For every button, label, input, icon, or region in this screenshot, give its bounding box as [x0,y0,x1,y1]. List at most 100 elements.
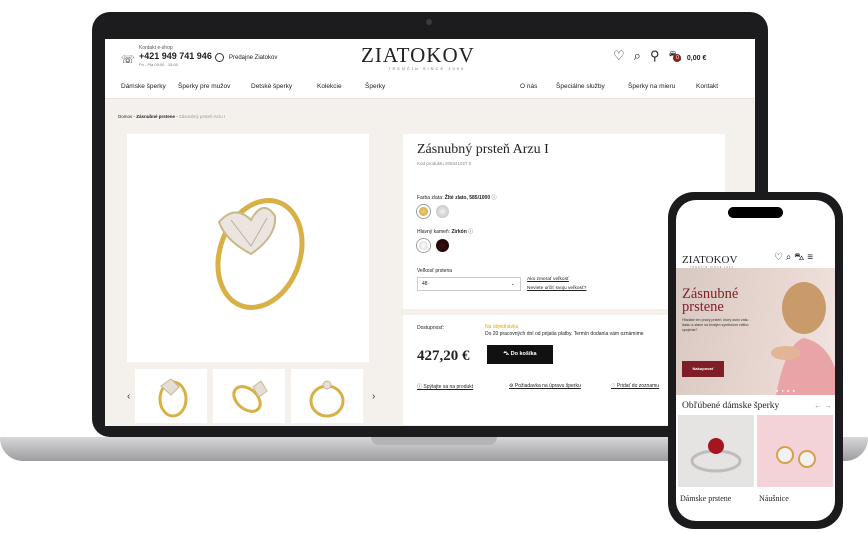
desktop-screen: ☏ Kontakt e-shop +421 949 741 946 Po - P… [105,39,755,426]
wishlist-label: Pridať do zoznamu [616,383,660,389]
nav-item-sperky[interactable]: Šperky [365,83,385,90]
user-icon[interactable]: ⚲ [650,48,660,63]
ring-thumb-icon [232,380,268,413]
wishlist-link[interactable]: ♡ Pridať do zoznamu [611,383,659,389]
gold-color-value: Žlté zlato, 585/1000 [444,195,491,201]
thumbnail-3[interactable] [291,369,363,423]
product-title: Zásnubný prsteň Arzu I [417,142,549,157]
availability-note: Do 20 pracovných dní od prijatia platby.… [485,331,644,337]
header-icons: ♡ ⌕ ⚲ ⛍0 0,00 € [613,48,715,66]
shop-now-button[interactable]: Nakupovať [682,361,724,377]
swatch-yellow-gold[interactable] [417,205,430,218]
category-card-earrings[interactable] [757,415,833,487]
size-label: Veľkosť prstena [417,268,453,274]
swatch-zircon-black[interactable] [436,239,449,252]
site-header: ☏ Kontakt e-shop +421 949 741 946 Po - P… [105,39,755,99]
product-image[interactable] [127,134,369,362]
product-price: 427,20 € [417,348,470,364]
stone-label-text: Hlavný kameň: [417,229,451,235]
breadcrumb-category[interactable]: Zásnubné prstene [136,114,175,119]
site-logo[interactable]: ZIATOKOV [361,43,475,68]
chevron-down-icon: ⌄ [510,281,515,287]
breadcrumb: Domov - Zásnubné prstene - Zásnubný prst… [118,114,226,119]
ask-product-label: Spýtajte sa na produkt [423,384,474,390]
size-help-link[interactable]: Neviete určiť svoju veľkosť? [527,286,586,291]
stores-link[interactable]: Predajne Ziatokov [215,53,277,62]
custom-request-label: Požiadavka na úpravu šperku [514,383,581,389]
arrow-right-icon[interactable]: → [824,401,832,410]
thumbnail-strip: ‹ › [127,369,383,424]
availability-value: Na objednávku [485,324,519,330]
chevron-right-icon[interactable]: › [372,391,375,402]
search-icon[interactable]: ⌕ [634,48,641,63]
stone-label: Hlavný kameň: Zirkón ⓘ [417,228,473,235]
logo-tagline: TRENČÍN SINCE 1993 [388,66,466,71]
mobile-screen: ZIATOKOV TRENČÍN SINCE 1993 ♡ ⌕ ⛍ ≡ Zásn… [676,200,835,521]
size-select[interactable]: 48 ⌄ [417,277,521,291]
size-guide-link[interactable]: Ako zmerať veľkosť [527,277,569,282]
category-card-rings[interactable] [678,415,754,487]
info-icon[interactable]: ⓘ [492,195,497,201]
availability-label: Dostupnosť: [417,325,445,331]
breadcrumb-current: Zásnubný prsteň Arzu I [179,114,226,119]
camera [426,19,432,25]
search-icon[interactable]: ⌕ [786,252,792,263]
menu-icon[interactable]: ≡ [807,252,813,263]
swatch-white-gold[interactable] [436,205,449,218]
stores-link-label: Predajne Ziatokov [229,55,278,62]
basket-icon: ⛍ [503,351,511,357]
product-code: Kód produktu 209341027.0 [417,161,472,166]
gold-color-label-text: Farba zlata: [417,195,444,201]
carousel-dots[interactable]: ● ● ● ● [776,388,796,393]
thumbnail-2[interactable] [213,369,285,423]
gold-color-label: Farba zlata: Žlté zlato, 585/1000 ⓘ [417,194,497,201]
chevron-left-icon[interactable]: ‹ [127,391,130,402]
add-to-cart-label: Do košíka [510,351,537,357]
laptop-frame: ☏ Kontakt e-shop +421 949 741 946 Po - P… [92,12,768,437]
heart-icon[interactable]: ♡ [613,48,625,63]
cart-total[interactable]: 0,00 € [687,55,706,62]
phone-number[interactable]: +421 949 741 946 [139,51,212,61]
size-value: 48 [422,281,428,287]
stone-value: Zirkón [451,229,467,235]
custom-request-link[interactable]: ⚙ Požiadavka na úpravu šperku [509,383,581,389]
phone-icon: ☏ [121,54,135,66]
dynamic-island [728,207,783,218]
location-pin-icon [215,53,224,62]
opening-hours: Po - Pia 09:00 - 15:00 [139,62,178,67]
nav-item-damske[interactable]: Dámske šperky [121,83,166,90]
arrow-left-icon[interactable]: ← [814,401,822,410]
cart-count-badge: 0 [673,54,682,62]
nav-item-detske[interactable]: Detské šperky [251,83,292,90]
ring-image [215,198,305,310]
nav-item-o-nas[interactable]: O nás [520,83,537,90]
card-label-rings[interactable]: Dámske prstene [680,494,731,503]
breadcrumb-home[interactable]: Domov [118,114,132,119]
swatch-zircon-white[interactable] [417,239,430,252]
mobile-header-icons: ♡ ⌕ ⛍ ≡ [774,252,813,265]
info-icon[interactable]: ⓘ [468,229,473,235]
nav-item-sluzby[interactable]: Špeciálne služby [556,83,605,90]
nav-item-kolekcie[interactable]: Kolekcie [317,83,342,90]
card-label-earrings[interactable]: Náušnice [759,494,789,503]
cart-icon[interactable]: ⛍0 [668,48,681,63]
earrings-image [776,446,816,468]
hero-banner[interactable]: Zásnubné prstene Hľadáte ten pravý prsteň… [676,268,835,395]
nav-item-na-mieru[interactable]: Šperky na mieru [628,83,675,90]
mobile-logo[interactable]: ZIATOKOV [682,254,737,266]
nav-item-muzi[interactable]: Šperky pre mužov [178,83,230,90]
heart-icon[interactable]: ♡ [774,252,783,263]
ring-thumb-icon [309,380,345,418]
ring-thumb-icon [158,378,188,418]
hero-title: Zásnubné prstene [682,287,738,315]
thumbnail-1[interactable] [135,369,207,423]
add-to-cart-button[interactable]: ⛍ Do košíka [487,345,553,364]
ask-product-link[interactable]: ⓘ Spýtajte sa na produkt [417,383,473,390]
carousel-arrows: ← → [814,401,832,410]
nav-item-kontakt[interactable]: Kontakt [696,83,718,90]
hero-title-line-2: prstene [682,299,724,315]
red-ring-image [690,438,742,473]
cart-icon[interactable]: ⛍ [794,252,804,263]
phone-frame: ZIATOKOV TRENČÍN SINCE 1993 ♡ ⌕ ⛍ ≡ Zásn… [668,192,843,529]
laptop-notch [371,437,497,445]
